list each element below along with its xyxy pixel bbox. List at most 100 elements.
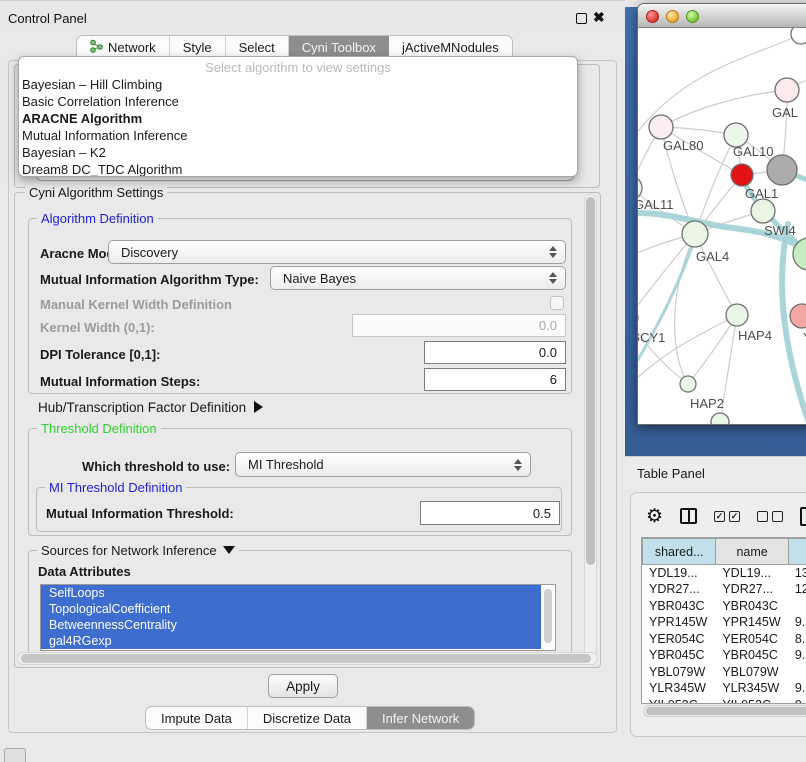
algorithm-option-dream8[interactable]: Dream8 DC_TDC Algorithm — [19, 161, 577, 177]
node-label: GCY1 — [638, 330, 665, 345]
minimize-window-icon[interactable] — [666, 10, 679, 23]
which-threshold-combo[interactable]: MI Threshold — [235, 452, 531, 477]
tab-infer-network[interactable]: Infer Network — [367, 707, 474, 729]
manual-kernel-width-label: Manual Kernel Width Definition — [40, 297, 232, 312]
select-all-checkboxes-icon[interactable]: ✓✓ — [714, 511, 740, 522]
network-canvas[interactable]: GAL GAL80 GAL10 GAL1 GAL11 SWI4 GAL4 GCY… — [638, 28, 806, 425]
sources-group-title[interactable]: Sources for Network Inference — [37, 543, 239, 558]
close-panel-icon[interactable]: ✖ — [593, 9, 605, 26]
dpi-tolerance-label: DPI Tolerance [0,1]: — [40, 347, 160, 362]
zoom-window-icon[interactable] — [686, 10, 699, 23]
tab-jactivemnodules[interactable]: jActiveMNodules — [389, 36, 512, 58]
table-row[interactable]: YBL079WYBL079W — [643, 664, 806, 681]
which-threshold-label: Which threshold to use: — [82, 459, 230, 474]
node-label: HAP2 — [690, 396, 724, 411]
settings-horizontal-scrollbar-thumb[interactable] — [21, 654, 591, 663]
kernel-width-field[interactable]: 0.0 — [352, 314, 566, 337]
kernel-width-label: Kernel Width (0,1): — [40, 320, 155, 335]
settings-group-title: Cyni Algorithm Settings — [25, 185, 167, 200]
network-node-gal1-red[interactable] — [731, 164, 753, 186]
attribute-topologicalcoefficient[interactable]: TopologicalCoefficient — [41, 601, 541, 617]
attribute-betweennesscentrality[interactable]: BetweennessCentrality — [41, 617, 541, 633]
new-table-icon[interactable] — [800, 507, 806, 526]
node-label: HAP4 — [738, 328, 772, 343]
table-row[interactable]: YDL19...YDL19...13 — [643, 565, 806, 582]
table-horizontal-scrollbar[interactable] — [643, 705, 806, 717]
combo-stepper-icon — [514, 459, 522, 471]
table-row[interactable]: YLR345WYLR345W9. — [643, 680, 806, 697]
table-row[interactable]: YBR043CYBR043C — [643, 598, 806, 615]
network-tree-icon — [90, 39, 103, 56]
collapsed-arrow-icon — [254, 401, 263, 413]
table-toolbar: ⚙ ✓✓ — [631, 501, 806, 531]
network-node-gray[interactable] — [767, 155, 797, 185]
table-header-row: shared... name A — [643, 539, 806, 565]
gear-icon[interactable]: ⚙ — [646, 507, 663, 526]
cyni-bottom-tabbar: Impute Data Discretize Data Infer Networ… — [145, 706, 475, 730]
algorithm-popup-placeholder: Select algorithm to view settings — [19, 57, 577, 76]
tab-network[interactable]: Network — [77, 36, 170, 58]
table-row[interactable]: YDR27...YDR27...12 — [643, 581, 806, 598]
table-panel-container: ⚙ ✓✓ shared... name A YDL19...YDL19...13… — [630, 492, 806, 737]
table-row[interactable]: YPR145WYPR145W9. — [643, 614, 806, 631]
node-table[interactable]: shared... name A YDL19...YDL19...13 YDR2… — [642, 538, 806, 704]
node-table-viewport: shared... name A YDL19...YDL19...13 YDR2… — [641, 537, 806, 704]
node-label: GAL1 — [745, 186, 778, 201]
column-header-name[interactable]: name — [716, 539, 789, 565]
network-node-gal-top[interactable] — [775, 78, 799, 102]
float-panel-icon[interactable] — [576, 13, 587, 24]
tab-discretize-data[interactable]: Discretize Data — [248, 707, 367, 729]
column-header-shared-name[interactable]: shared... — [643, 539, 716, 565]
table-row[interactable]: YIL052CYIL052C9 — [643, 697, 806, 705]
network-window-titlebar[interactable] — [638, 4, 806, 28]
network-node-swi4[interactable] — [751, 199, 775, 223]
minimized-panel-button[interactable] — [4, 748, 26, 762]
algorithm-option-basic-correlation[interactable]: Basic Correlation Inference — [19, 93, 577, 110]
attribute-selfloops[interactable]: SelfLoops — [41, 585, 541, 601]
network-node-gal4[interactable] — [682, 221, 708, 247]
network-node-hap2[interactable] — [680, 376, 696, 392]
table-row[interactable]: YER054CYER054C8. — [643, 631, 806, 648]
expanded-arrow-icon — [223, 546, 235, 554]
tab-cyni-toolbox[interactable]: Cyni Toolbox — [289, 36, 389, 58]
deselect-all-checkboxes-icon[interactable] — [757, 511, 783, 522]
mi-algorithm-type-combo[interactable]: Naive Bayes — [270, 266, 566, 290]
aracne-mode-combo[interactable]: Discovery — [108, 240, 566, 264]
table-panel-title: Table Panel — [637, 466, 705, 481]
dpi-tolerance-field[interactable]: 0.0 — [424, 341, 566, 364]
network-view-window[interactable]: GAL GAL80 GAL10 GAL1 GAL11 SWI4 GAL4 GCY… — [637, 3, 806, 425]
combo-stepper-icon — [549, 272, 557, 284]
column-header-third[interactable]: A — [788, 539, 806, 565]
mi-threshold-field[interactable]: 0.5 — [420, 501, 560, 525]
close-window-icon[interactable] — [646, 10, 659, 23]
apply-button[interactable]: Apply — [268, 674, 338, 698]
node-label: GAL4 — [696, 249, 729, 264]
mi-algorithm-type-label: Mutual Information Algorithm Type: — [40, 272, 259, 287]
network-node-top[interactable] — [791, 28, 806, 44]
columns-icon[interactable] — [680, 508, 697, 524]
manual-kernel-width-checkbox[interactable] — [550, 296, 564, 310]
settings-vertical-scrollbar-thumb[interactable] — [586, 197, 595, 565]
hub-definition-toggle[interactable]: Hub/Transcription Factor Definition — [38, 400, 263, 415]
tab-impute-data[interactable]: Impute Data — [146, 707, 248, 729]
algorithm-option-aracne[interactable]: ARACNE Algorithm — [19, 110, 577, 127]
tab-style[interactable]: Style — [170, 36, 226, 58]
node-label: GAL — [772, 105, 798, 120]
algorithm-option-mutual-information[interactable]: Mutual Information Inference — [19, 127, 577, 144]
table-row[interactable]: YBR045CYBR045C9. — [643, 647, 806, 664]
tab-select[interactable]: Select — [226, 36, 289, 58]
node-label: GAL80 — [663, 138, 703, 153]
mi-steps-field[interactable]: 6 — [424, 368, 566, 391]
algorithm-option-bayesian-hill-climbing[interactable]: Bayesian – Hill Climbing — [19, 76, 577, 93]
data-attributes-list: SelfLoops TopologicalCoefficient Between… — [40, 584, 556, 651]
attribute-list-scrollbar[interactable] — [542, 587, 554, 649]
network-node-gal80[interactable] — [649, 115, 673, 139]
combo-stepper-icon — [549, 246, 557, 258]
table-horizontal-scrollbar-thumb[interactable] — [646, 707, 806, 715]
network-node-hap4[interactable] — [726, 304, 748, 326]
network-node-salmon[interactable] — [790, 304, 806, 328]
attribute-gal4rgexp[interactable]: gal4RGexp — [41, 633, 541, 649]
network-node-bottom[interactable] — [711, 413, 729, 425]
algorithm-option-bayesian-k2[interactable]: Bayesian – K2 — [19, 144, 577, 161]
right-workspace: GAL GAL80 GAL10 GAL1 GAL11 SWI4 GAL4 GCY… — [625, 0, 806, 762]
